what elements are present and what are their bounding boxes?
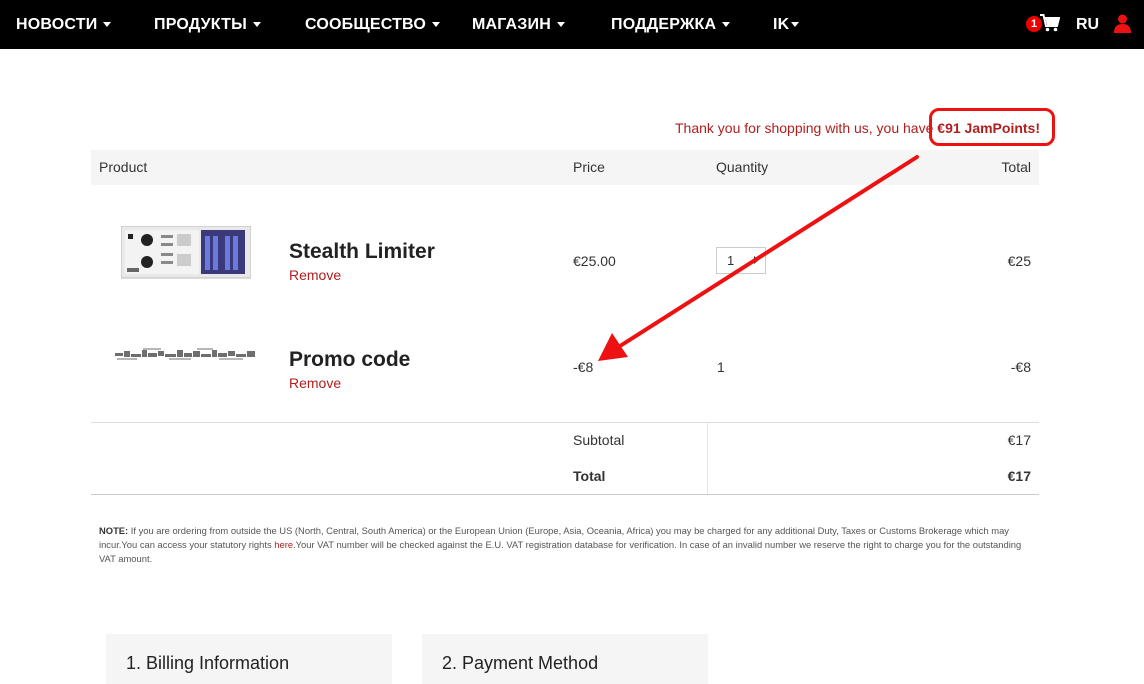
divider xyxy=(707,423,708,495)
subtotal-label: Subtotal xyxy=(573,432,625,448)
jampoints-prefix: Thank you for shopping with us, you have xyxy=(675,120,938,136)
cart-table-header: Product Price Quantity Total xyxy=(91,150,1039,185)
product-name: Promo code xyxy=(289,348,411,371)
total-value: €17 xyxy=(1007,468,1031,484)
annotation-highlight xyxy=(929,108,1055,146)
note-label: NOTE: xyxy=(99,525,129,536)
nav-news-label: НОВОСТИ xyxy=(16,16,98,33)
nav-shop[interactable]: МАГАЗИН xyxy=(472,0,565,49)
divider xyxy=(91,494,1039,495)
header-quantity: Quantity xyxy=(716,159,769,175)
nav-ik-label: IK xyxy=(773,16,790,33)
nav-ik[interactable]: IK xyxy=(773,0,800,49)
blurred-promo-image xyxy=(115,348,255,360)
chevron-down-icon xyxy=(432,22,441,27)
chevron-down-icon xyxy=(791,22,800,27)
chevron-down-icon xyxy=(722,22,731,27)
quantity-stepper[interactable]: 1 xyxy=(716,247,766,274)
total-label: Total xyxy=(573,468,606,484)
quantity-cell: 1 xyxy=(717,359,725,375)
product-image xyxy=(121,226,251,279)
nav-community-label: СООБЩЕСТВО xyxy=(305,16,427,33)
price-cell: €25.00 xyxy=(573,253,616,269)
header-total: Total xyxy=(1001,159,1031,175)
vat-note: NOTE: If you are ordering from outside t… xyxy=(99,524,1039,566)
quantity-value: 1 xyxy=(727,253,735,268)
language-switch[interactable]: RU xyxy=(1076,0,1099,49)
nav-shop-label: МАГАЗИН xyxy=(472,16,551,33)
header-price: Price xyxy=(573,159,605,175)
step-label: 2. Payment Method xyxy=(442,653,599,673)
price-cell: -€8 xyxy=(573,359,594,375)
remove-link[interactable]: Remove xyxy=(289,267,341,283)
nav-community[interactable]: СООБЩЕСТВО xyxy=(305,0,441,49)
cart-button[interactable]: 1 xyxy=(1026,14,1060,36)
subtotal-value: €17 xyxy=(1007,432,1031,448)
total-cell: -€8 xyxy=(1010,359,1031,375)
user-icon[interactable] xyxy=(1114,14,1131,33)
statutory-rights-link[interactable]: here xyxy=(274,539,293,550)
step-label: 1. Billing Information xyxy=(126,653,290,673)
remove-link[interactable]: Remove xyxy=(289,375,341,391)
header-product: Product xyxy=(99,159,148,175)
nav-products-label: ПРОДУКТЫ xyxy=(154,16,247,33)
table-row: Stealth Limiter Remove €25.00 1 €25 xyxy=(91,200,1039,310)
cart-icon xyxy=(1040,14,1060,32)
billing-information-step[interactable]: 1. Billing Information xyxy=(106,634,392,684)
nav-support-label: ПОДДЕРЖКА xyxy=(611,16,717,33)
top-nav: НОВОСТИ ПРОДУКТЫ СООБЩЕСТВО МАГАЗИН ПОДД… xyxy=(0,0,1144,49)
payment-method-step[interactable]: 2. Payment Method xyxy=(422,634,708,684)
chevron-right-icon[interactable] xyxy=(754,256,759,264)
total-cell: €25 xyxy=(1007,253,1031,269)
nav-support[interactable]: ПОДДЕРЖКА xyxy=(611,0,731,49)
divider xyxy=(91,422,1039,423)
product-name: Stealth Limiter xyxy=(289,240,435,263)
nav-products[interactable]: ПРОДУКТЫ xyxy=(154,0,261,49)
chevron-down-icon xyxy=(252,22,261,27)
chevron-down-icon xyxy=(103,22,112,27)
chevron-down-icon xyxy=(556,22,565,27)
nav-news[interactable]: НОВОСТИ xyxy=(16,0,112,49)
table-row: Promo code Remove -€8 1 -€8 xyxy=(91,310,1039,420)
